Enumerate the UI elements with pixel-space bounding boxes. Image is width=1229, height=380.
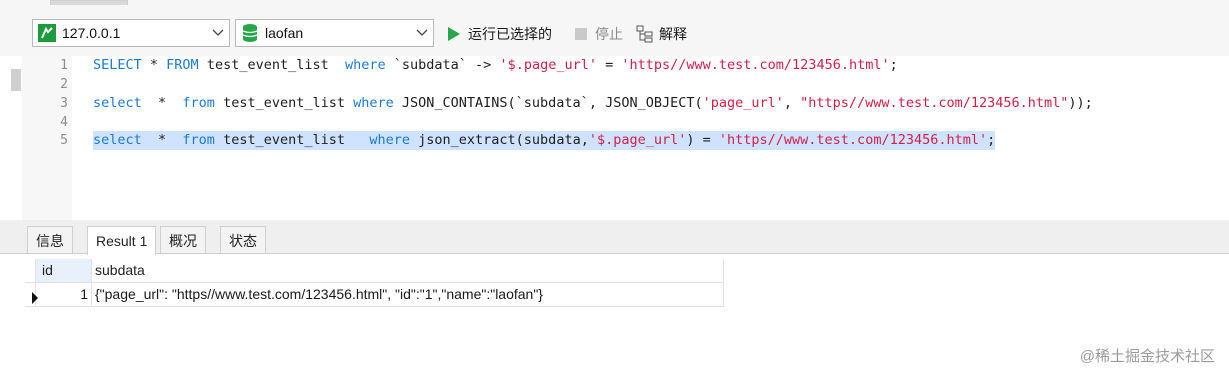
database-value: laofan: [265, 25, 304, 41]
column-header-id[interactable]: id: [36, 259, 92, 283]
tab-profile[interactable]: 概况: [160, 226, 206, 254]
sql-editor[interactable]: 1 SELECT * FROM test_event_list where `s…: [0, 56, 1229, 220]
database-icon: [240, 23, 260, 43]
tab-result-1[interactable]: Result 1: [87, 226, 157, 255]
chevron-down-icon[interactable]: [411, 20, 433, 46]
line-number: 2: [60, 77, 68, 92]
code-line-5-selected[interactable]: select * from test_event_list where json…: [93, 131, 996, 150]
chevron-down-icon[interactable]: [207, 20, 229, 46]
explain-icon: [636, 25, 654, 43]
play-icon: [445, 25, 463, 43]
watermark: @稀土掘金技术社区: [1079, 348, 1215, 365]
connection-icon: [37, 23, 57, 43]
code-line-1[interactable]: SELECT * FROM test_event_list where `sub…: [93, 56, 898, 75]
line-number: 5: [60, 133, 68, 148]
tab-label: 状态: [229, 232, 257, 249]
result-tabs: 信息 Result 1 概况 状态: [0, 226, 1229, 255]
editor-margin-marker: [11, 69, 21, 91]
query-toolbar: 127.0.0.1 laofan 运行已选择的 停止 解释: [0, 10, 1229, 56]
cell-subdata[interactable]: {"page_url": "https//www.test.com/123456…: [92, 283, 724, 307]
connection-select[interactable]: 127.0.0.1: [32, 19, 230, 47]
result-panel: id subdata 1 {"page_url": "https//www.te…: [0, 254, 1229, 380]
run-selected-label: 运行已选择的: [468, 26, 552, 42]
stop-button[interactable]: 停止: [572, 24, 623, 44]
current-row-arrow-icon: [32, 288, 38, 311]
header-corner: [26, 259, 36, 283]
run-selected-button[interactable]: 运行已选择的: [445, 24, 552, 44]
editor-line[interactable]: 5 select * from test_event_list where js…: [22, 131, 1222, 150]
editor-line[interactable]: 3 select * from test_event_list where JS…: [22, 94, 1222, 113]
tab-label: 信息: [36, 232, 64, 249]
editor-line[interactable]: 2: [22, 75, 1222, 94]
database-select[interactable]: laofan: [235, 19, 434, 47]
explain-label: 解释: [659, 26, 687, 42]
tab-label: Result 1: [96, 233, 148, 249]
stop-label: 停止: [595, 26, 623, 42]
row-marker-cell: [26, 283, 38, 311]
explain-button[interactable]: 解释: [636, 24, 687, 44]
editor-line[interactable]: 4: [22, 113, 1222, 132]
window-tab-stub[interactable]: [50, 0, 128, 5]
stop-icon: [572, 25, 590, 43]
cell-id[interactable]: 1: [36, 283, 92, 307]
line-number: 1: [60, 58, 68, 73]
line-number: 4: [60, 115, 68, 130]
table-row[interactable]: 1 {"page_url": "https//www.test.com/1234…: [26, 283, 724, 307]
tab-status[interactable]: 状态: [220, 226, 266, 254]
grid-header: id subdata: [26, 259, 724, 283]
connection-value: 127.0.0.1: [62, 25, 121, 41]
line-number: 3: [60, 96, 68, 111]
window-top-strip: [0, 0, 1229, 10]
column-header-subdata[interactable]: subdata: [92, 259, 724, 283]
tab-info[interactable]: 信息: [27, 226, 73, 254]
editor-line[interactable]: 1 SELECT * FROM test_event_list where `s…: [22, 56, 1222, 75]
tab-label: 概况: [169, 232, 197, 249]
code-line-3[interactable]: select * from test_event_list where JSON…: [93, 94, 1093, 113]
